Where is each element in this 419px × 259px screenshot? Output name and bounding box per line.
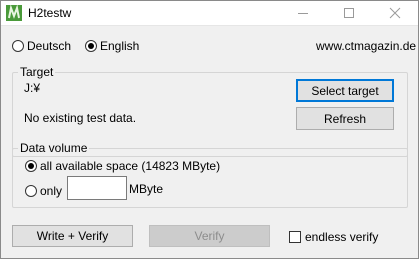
endless-verify-label: endless verify xyxy=(305,230,379,244)
target-group-label: Target xyxy=(18,65,56,79)
verify-button[interactable]: Verify xyxy=(149,225,270,247)
h2testw-app-icon xyxy=(6,5,22,21)
data-volume-group-label: Data volume xyxy=(18,141,90,155)
select-target-button[interactable]: Select target xyxy=(296,79,394,102)
radio-only-label: only xyxy=(40,184,63,198)
endless-verify-checkbox-box xyxy=(289,231,301,243)
data-volume-group: Data volume all available space (14823 M… xyxy=(12,141,408,208)
radio-english[interactable]: English xyxy=(85,39,139,53)
radio-deutsch-indicator xyxy=(12,40,24,52)
endless-verify-checkbox[interactable]: endless verify xyxy=(289,230,378,244)
maximize-button[interactable] xyxy=(326,1,372,25)
target-path: J:¥ xyxy=(24,81,41,95)
radio-english-indicator xyxy=(85,40,97,52)
close-button[interactable] xyxy=(372,1,418,25)
minimize-button[interactable] xyxy=(280,1,326,25)
radio-english-label: English xyxy=(100,39,140,53)
radio-all-space[interactable]: all available space (14823 MByte) xyxy=(25,159,220,173)
app-window: H2testw Deutsch English www.ctmagazin.de… xyxy=(0,0,419,259)
radio-all-space-indicator xyxy=(25,160,37,172)
radio-all-space-label: all available space (14823 MByte) xyxy=(40,159,221,173)
refresh-button[interactable]: Refresh xyxy=(296,107,394,130)
radio-only-indicator xyxy=(25,185,37,197)
website-link[interactable]: www.ctmagazin.de xyxy=(316,39,416,53)
write-verify-button[interactable]: Write + Verify xyxy=(12,225,133,247)
mbyte-unit-label: MByte xyxy=(129,182,164,196)
target-status: No existing test data. xyxy=(24,111,137,125)
client-area: Deutsch English www.ctmagazin.de Target … xyxy=(1,26,418,258)
window-title: H2testw xyxy=(28,6,72,20)
radio-only[interactable]: only xyxy=(25,184,62,198)
radio-deutsch-label: Deutsch xyxy=(27,39,72,53)
close-icon xyxy=(389,7,401,19)
radio-deutsch[interactable]: Deutsch xyxy=(12,39,71,53)
only-mbyte-input[interactable] xyxy=(67,176,127,200)
title-bar[interactable]: H2testw xyxy=(1,1,418,26)
